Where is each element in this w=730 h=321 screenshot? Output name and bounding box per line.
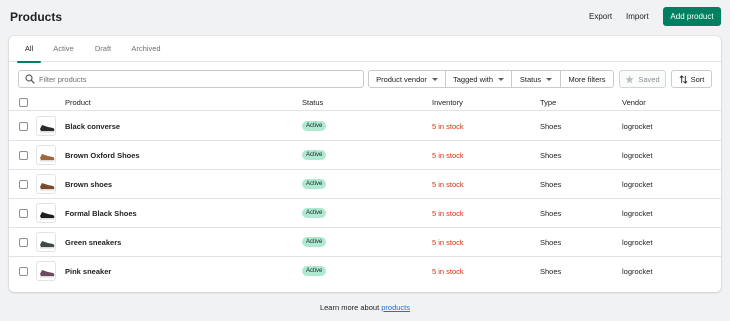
type-value: Shoes (540, 180, 562, 189)
status-badge: Active (302, 208, 327, 218)
search-icon (25, 74, 35, 84)
status-filter[interactable]: Status (511, 70, 561, 88)
sort-button[interactable]: Sort (671, 70, 712, 88)
product-name-link[interactable]: Brown Oxford Shoes (65, 151, 140, 160)
products-card: All Active Draft Archived Product vendor… (9, 36, 721, 292)
status-badge: Active (302, 237, 327, 247)
saved-button[interactable]: Saved (619, 70, 666, 88)
table-row[interactable]: Black converse Active 5 in stock Shoes logro… (9, 112, 721, 141)
star-icon (625, 75, 634, 83)
product-thumbnail[interactable] (36, 116, 56, 136)
products-help-link[interactable]: products (381, 303, 410, 312)
product-vendor-filter[interactable]: Product vendor (368, 70, 446, 88)
add-product-button[interactable]: Add product (663, 7, 721, 26)
footer-help: Learn more about products (0, 303, 730, 312)
tab-bar: All Active Draft Archived (9, 36, 721, 63)
vendor-value: logrocket (622, 180, 653, 189)
row-checkbox[interactable] (19, 122, 28, 131)
type-value: Shoes (540, 267, 562, 276)
inventory-value: 5 in stock (432, 122, 464, 131)
product-vendor-label: Product vendor (376, 74, 427, 84)
status-badge: Active (302, 266, 327, 276)
vendor-value: logrocket (622, 151, 653, 160)
column-status[interactable]: Status (302, 98, 323, 107)
row-checkbox[interactable] (19, 180, 28, 189)
column-type[interactable]: Type (540, 98, 556, 107)
type-value: Shoes (540, 151, 562, 160)
shoe-icon (40, 241, 55, 249)
product-name-link[interactable]: Formal Black Shoes (65, 209, 137, 218)
vendor-value: logrocket (622, 238, 653, 247)
type-value: Shoes (540, 209, 562, 218)
type-value: Shoes (540, 122, 562, 131)
shoe-icon (40, 212, 55, 220)
table-row[interactable]: Green sneakers Active 5 in stock Shoes logro… (9, 228, 721, 257)
vendor-value: logrocket (622, 209, 653, 218)
tagged-with-label: Tagged with (452, 74, 494, 84)
sort-label: Sort (690, 74, 705, 84)
inventory-value: 5 in stock (432, 209, 464, 218)
page-header: Products Export Import Add product (0, 0, 730, 34)
export-button[interactable]: Export (589, 12, 612, 21)
inventory-value: 5 in stock (432, 180, 464, 189)
product-thumbnail[interactable] (36, 174, 56, 194)
type-value: Shoes (540, 238, 562, 247)
product-thumbnail[interactable] (36, 261, 56, 281)
table-row[interactable]: Formal Black Shoes Active 5 in stock Shoes l… (9, 199, 721, 228)
product-name-link[interactable]: Brown shoes (65, 180, 112, 189)
vendor-value: logrocket (622, 122, 653, 131)
table-row[interactable]: Pink sneaker Active 5 in stock Shoes logrock… (9, 257, 721, 286)
status-badge: Active (302, 179, 327, 189)
saved-label: Saved (638, 74, 660, 84)
search-input[interactable] (39, 72, 359, 86)
shoe-icon (40, 125, 55, 133)
caret-down-icon (546, 77, 553, 81)
import-button[interactable]: Import (626, 12, 649, 21)
shoe-icon (40, 183, 55, 191)
column-vendor[interactable]: Vendor (622, 98, 646, 107)
shoe-icon (40, 154, 55, 162)
product-name-link[interactable]: Black converse (65, 122, 120, 131)
vendor-value: logrocket (622, 267, 653, 276)
column-inventory[interactable]: Inventory (432, 98, 463, 107)
table-header: Product Status Inventory Type Vendor (9, 94, 721, 111)
product-thumbnail[interactable] (36, 145, 56, 165)
sort-arrows-icon (679, 74, 688, 84)
row-checkbox[interactable] (19, 238, 28, 247)
shoe-icon (40, 270, 55, 278)
more-filters-button[interactable]: More filters (560, 70, 614, 88)
caret-down-icon (431, 77, 438, 81)
select-all-checkbox[interactable] (19, 98, 28, 107)
tab-all[interactable]: All (17, 36, 41, 63)
inventory-value: 5 in stock (432, 238, 464, 247)
table-row[interactable]: Brown Oxford Shoes Active 5 in stock Shoes l… (9, 141, 721, 170)
inventory-value: 5 in stock (432, 151, 464, 160)
row-checkbox[interactable] (19, 209, 28, 218)
product-name-link[interactable]: Pink sneaker (65, 267, 111, 276)
product-name-link[interactable]: Green sneakers (65, 238, 121, 247)
row-checkbox[interactable] (19, 151, 28, 160)
filter-bar: Product vendor Tagged with Status More f… (9, 62, 721, 94)
caret-down-icon (498, 77, 505, 81)
tab-draft[interactable]: Draft (90, 36, 116, 62)
column-product[interactable]: Product (65, 98, 91, 107)
tagged-with-filter[interactable]: Tagged with (445, 70, 512, 88)
product-thumbnail[interactable] (36, 232, 56, 252)
status-filter-label: Status (519, 74, 542, 84)
status-badge: Active (302, 150, 327, 160)
search-box (18, 70, 364, 88)
product-thumbnail[interactable] (36, 203, 56, 223)
page-title: Products (10, 10, 63, 24)
inventory-value: 5 in stock (432, 267, 464, 276)
table-row[interactable]: Brown shoes Active 5 in stock Shoes logrocke… (9, 170, 721, 199)
row-checkbox[interactable] (19, 267, 28, 276)
status-badge: Active (302, 121, 327, 131)
footer-text: Learn more about (319, 303, 382, 312)
tab-archived[interactable]: Archived (127, 36, 165, 62)
tab-active[interactable]: Active (49, 36, 78, 62)
